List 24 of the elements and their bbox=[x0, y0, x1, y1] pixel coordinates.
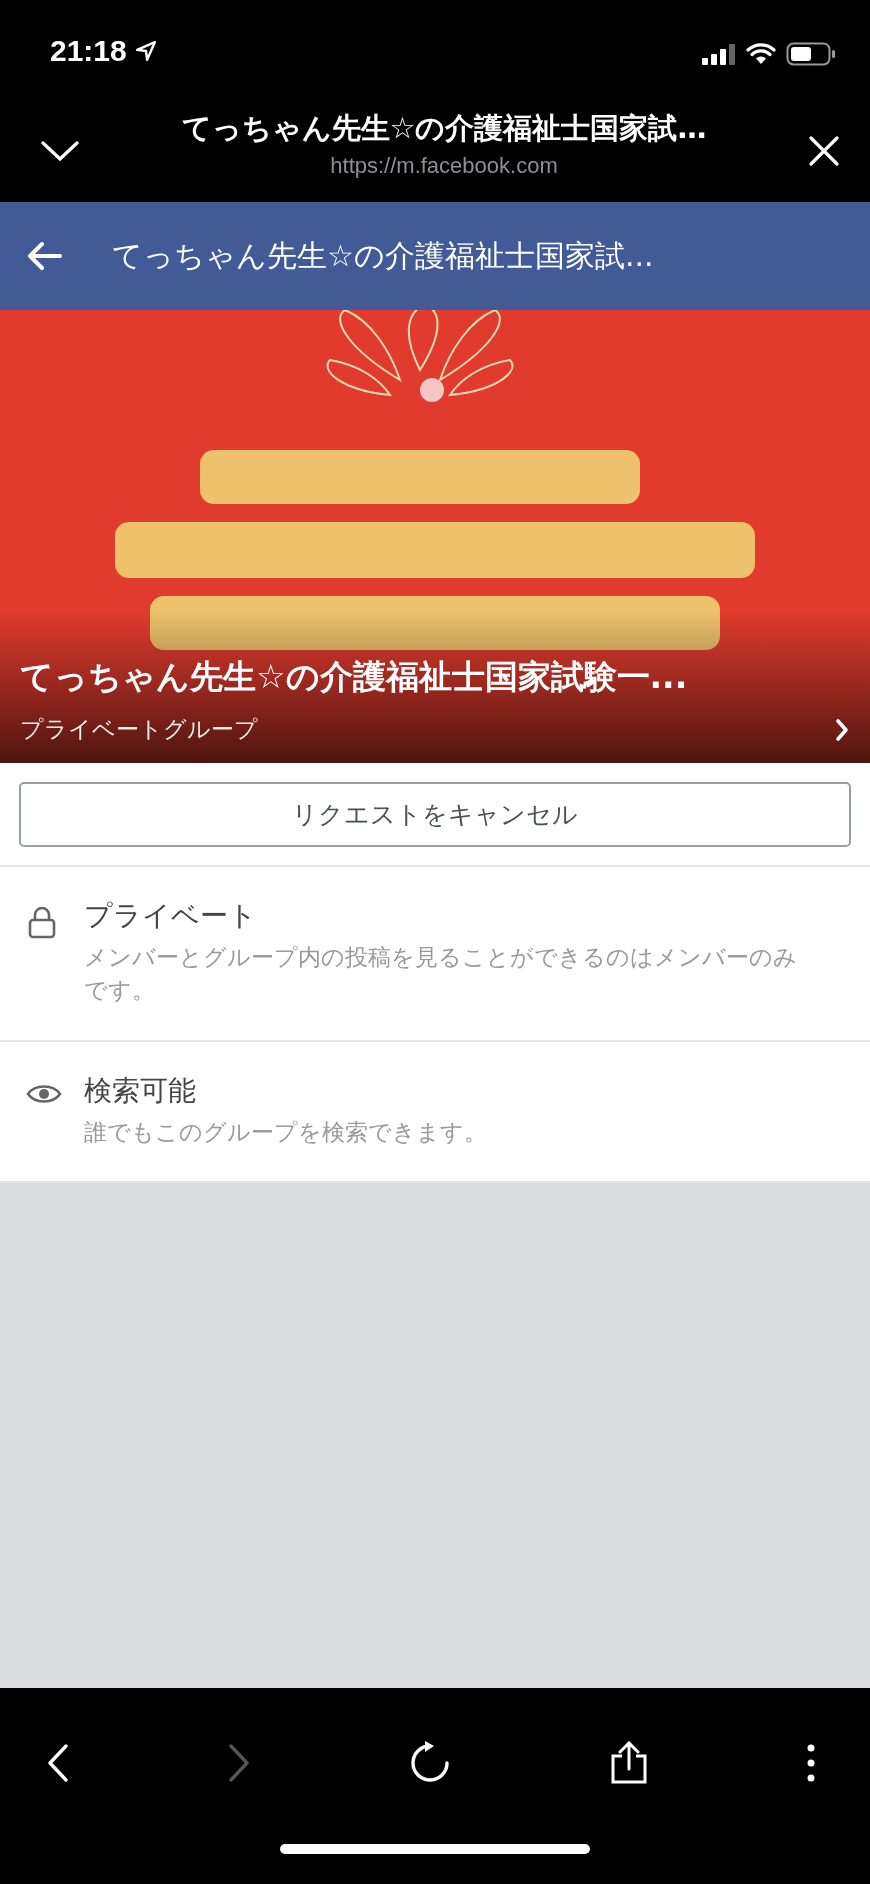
battery-icon bbox=[786, 42, 836, 66]
close-icon[interactable] bbox=[808, 135, 840, 167]
info-description: メンバーとグループ内の投稿を見ることができるのはメンバーのみです。 bbox=[84, 943, 798, 1006]
info-description: 誰でもこのグループを検索できます。 bbox=[84, 1117, 488, 1147]
chevron-right-icon[interactable] bbox=[834, 717, 850, 742]
signal-icon bbox=[702, 43, 736, 65]
lock-icon bbox=[28, 905, 56, 939]
share-icon[interactable] bbox=[609, 1741, 649, 1785]
more-icon[interactable] bbox=[806, 1743, 816, 1783]
group-name[interactable]: てっちゃん先生☆の介護福祉士国家試験一... bbox=[20, 655, 850, 700]
status-time: 21:18 bbox=[50, 34, 127, 68]
group-type: プライベートグループ bbox=[20, 715, 258, 744]
back-arrow-icon[interactable] bbox=[26, 241, 62, 271]
page-url: https://m.facebook.com bbox=[330, 153, 558, 179]
page-title: てっちゃん先生☆の介護福祉士国家試… bbox=[181, 110, 707, 147]
cancel-request-button[interactable]: リクエストをキャンセル bbox=[19, 782, 851, 847]
info-title: プライベート bbox=[84, 898, 258, 934]
location-arrow-icon bbox=[134, 40, 157, 62]
group-title: てっちゃん先生☆の介護福祉士国家試... bbox=[112, 236, 654, 275]
reload-icon[interactable] bbox=[408, 1741, 452, 1785]
chevron-down-icon[interactable] bbox=[40, 139, 80, 163]
back-icon[interactable] bbox=[46, 1743, 70, 1783]
wifi-icon bbox=[746, 43, 776, 65]
info-title: 検索可能 bbox=[84, 1072, 197, 1109]
